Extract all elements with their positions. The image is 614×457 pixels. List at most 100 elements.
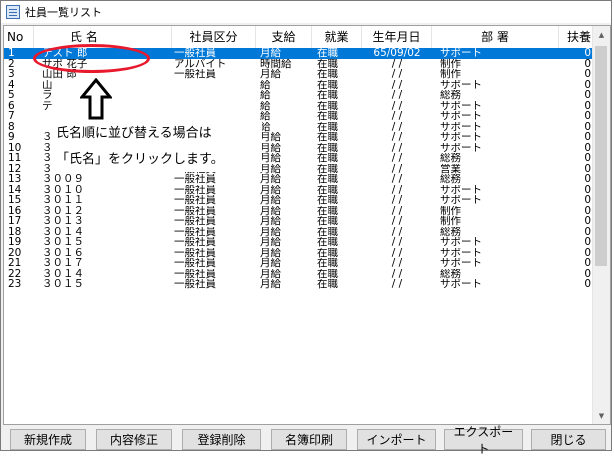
cell-birth: / /	[391, 153, 403, 164]
cell-no: 5	[8, 90, 15, 101]
cell-dept: サポート	[440, 100, 482, 111]
cell-dept: 制作	[440, 58, 461, 69]
cell-dependents: 0	[584, 153, 591, 164]
cell-dept: サポート	[440, 237, 482, 248]
cell-status: 在職	[317, 247, 338, 258]
table-row[interactable]: 14 ３０１０ 一般社員 月給 在職 / / サポート 0	[4, 185, 595, 196]
new-button[interactable]: 新規作成	[10, 429, 86, 450]
cell-category: 一般社員	[174, 184, 216, 195]
cell-dept: 営業	[440, 163, 461, 174]
cell-name: ３０１０	[42, 184, 84, 195]
cell-status: 在職	[317, 121, 338, 132]
cell-pay: 月給	[260, 69, 281, 80]
cell-no: 22	[8, 268, 22, 279]
cell-dependents: 0	[584, 268, 591, 279]
cell-no: 4	[8, 79, 15, 90]
cell-birth: / /	[391, 205, 403, 216]
column-header-dept[interactable]: 部 署	[432, 26, 559, 48]
vertical-scrollbar[interactable]: ▲ ▼	[592, 26, 610, 424]
column-header-dependents[interactable]: 扶養	[559, 26, 595, 48]
cell-birth: / /	[391, 58, 403, 69]
cell-status: 在職	[317, 132, 338, 143]
cell-pay: 給	[260, 121, 271, 132]
table-row[interactable]: 20 ３０１６ 一般社員 月給 在職 / / サポート 0	[4, 248, 595, 259]
column-header-no[interactable]: No	[4, 26, 34, 48]
delete-button[interactable]: 登録削除	[182, 429, 261, 450]
cell-category: アルバイト	[174, 58, 227, 69]
cell-category: 一般社員	[174, 279, 216, 290]
cell-dept: 総務	[440, 268, 461, 279]
annotation-arrow-up-icon	[80, 78, 112, 120]
scroll-thumb[interactable]	[595, 46, 607, 266]
table-row[interactable]: 21 ３０１７ 一般社員 月給 在職 / / サポート 0	[4, 258, 595, 269]
table-row[interactable]: 18 ３０１４ 一般社員 月給 在職 / / 総務 0	[4, 227, 595, 238]
column-header-status[interactable]: 就業	[312, 26, 362, 48]
cell-dept: サポート	[440, 48, 482, 59]
cell-category: 一般社員	[174, 247, 216, 258]
cell-status: 在職	[317, 205, 338, 216]
cell-pay: 月給	[260, 132, 281, 143]
cell-dept: サポート	[440, 195, 482, 206]
cell-dept: サポート	[440, 279, 482, 290]
cell-no: 2	[8, 58, 15, 69]
scroll-down-icon[interactable]: ▼	[593, 407, 610, 424]
cell-category: 一般社員	[174, 195, 216, 206]
cell-status: 在職	[317, 268, 338, 279]
cell-no: 1	[8, 48, 15, 59]
scroll-up-icon[interactable]: ▲	[593, 26, 610, 43]
table-row[interactable]: 17 ３０１３ 一般社員 月給 在職 / / 制作 0	[4, 216, 595, 227]
cell-category: 一般社員	[174, 174, 216, 185]
cell-birth: / /	[391, 226, 403, 237]
cell-no: 13	[8, 174, 22, 185]
cell-dept: サポート	[440, 247, 482, 258]
column-header-pay[interactable]: 支給	[256, 26, 312, 48]
cell-status: 在職	[317, 237, 338, 248]
table-row[interactable]: 16 ３０１２ 一般社員 月給 在職 / / 制作 0	[4, 206, 595, 217]
cell-status: 在職	[317, 163, 338, 174]
cell-dependents: 0	[584, 279, 591, 290]
export-button[interactable]: エクスポート	[444, 425, 523, 456]
cell-birth: / /	[391, 132, 403, 143]
import-button[interactable]: インポート	[357, 429, 436, 450]
app-icon	[6, 5, 20, 19]
cell-pay: 月給	[260, 184, 281, 195]
cell-pay: 月給	[260, 268, 281, 279]
table-row[interactable]: 19 ３０１５ 一般社員 月給 在職 / / サポート 0	[4, 237, 595, 248]
cell-birth: / /	[391, 268, 403, 279]
table-row[interactable]: 15 ３０１１ 一般社員 月給 在職 / / サポート 0	[4, 195, 595, 206]
cell-dependents: 0	[584, 121, 591, 132]
cell-no: 16	[8, 205, 22, 216]
cell-dept: 制作	[440, 205, 461, 216]
cell-category: 一般社員	[174, 69, 216, 80]
column-header-category[interactable]: 社員区分	[172, 26, 256, 48]
cell-pay: 給	[260, 100, 271, 111]
cell-dept: サポート	[440, 79, 482, 90]
cell-pay: 月給	[260, 247, 281, 258]
table-row[interactable]: 23 ３０１５ 一般社員 月給 在職 / / サポート 0	[4, 279, 595, 290]
cell-dependents: 0	[584, 58, 591, 69]
close-button[interactable]: 閉じる	[531, 429, 606, 450]
title-bar[interactable]: 社員一覧リスト	[1, 1, 611, 23]
cell-no: 21	[8, 258, 22, 269]
cell-dept: 総務	[440, 226, 461, 237]
cell-category: 一般社員	[174, 268, 216, 279]
cell-status: 在職	[317, 216, 338, 227]
cell-birth: 65/09/02	[373, 48, 421, 59]
cell-dependents: 0	[584, 142, 591, 153]
cell-pay: 給	[260, 79, 271, 90]
cell-birth: / /	[391, 258, 403, 269]
print-roster-button[interactable]: 名簿印刷	[271, 429, 347, 450]
edit-button[interactable]: 内容修正	[96, 429, 172, 450]
cell-dependents: 0	[584, 100, 591, 111]
cell-no: 14	[8, 184, 22, 195]
cell-dependents: 0	[584, 205, 591, 216]
cell-dept: サポート	[440, 258, 482, 269]
cell-no: 8	[8, 121, 15, 132]
cell-birth: / /	[391, 247, 403, 258]
employee-list-view[interactable]: No 氏 名 社員区分 支給 就業 生年月日 部 署 扶養 1 テスト 郎一般社員…	[3, 25, 611, 425]
table-row[interactable]: 22 ３０１４ 一般社員 月給 在職 / / 総務 0	[4, 269, 595, 280]
cell-birth: / /	[391, 90, 403, 101]
column-header-birth[interactable]: 生年月日	[362, 26, 432, 48]
table-row[interactable]: 13 ３００９ 一般社員 月給 在職 / / 総務 0	[4, 174, 595, 185]
cell-pay: 月給	[260, 48, 281, 59]
